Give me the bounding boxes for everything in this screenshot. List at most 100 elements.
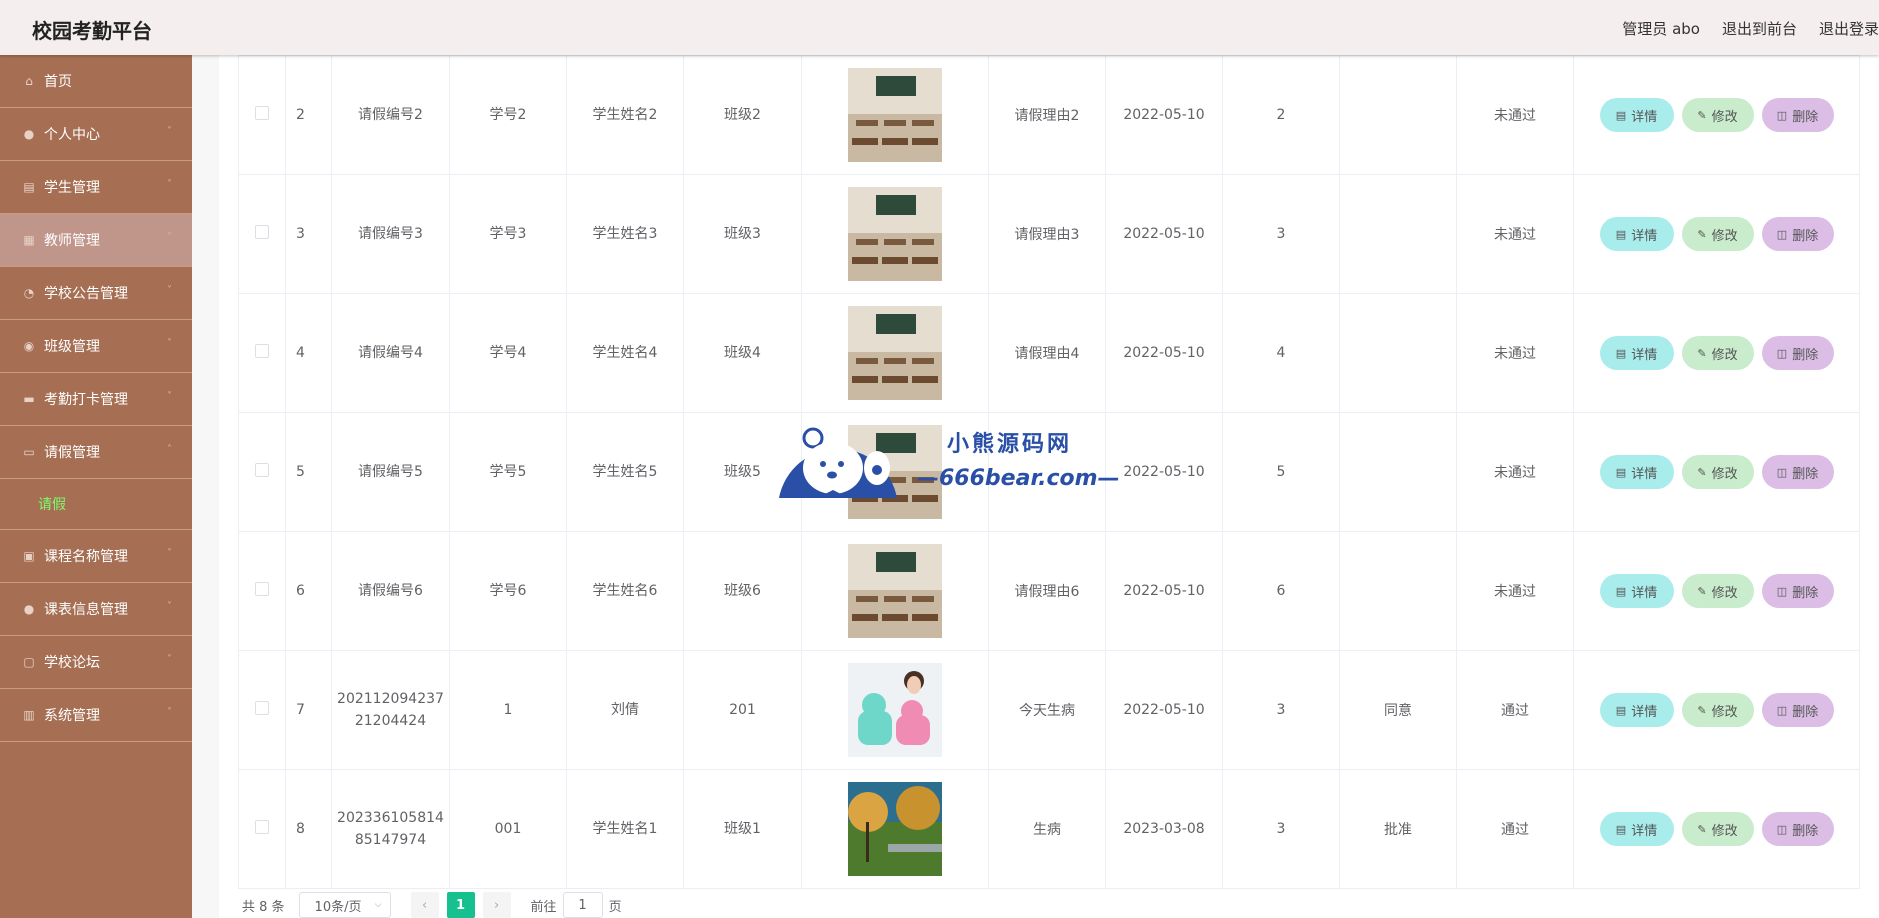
sidebar-item[interactable]: ⌂ 首页: [0, 55, 192, 108]
row-checkbox[interactable]: [255, 463, 269, 477]
leave-no-cell: 请假编号6: [331, 531, 450, 651]
chevron-down-icon: ˅: [167, 338, 172, 349]
detail-button[interactable]: ▤ 详情: [1599, 336, 1674, 370]
classroom-photo: [848, 68, 942, 162]
sidebar-item[interactable]: ▣ 课程名称管理 ˅: [0, 530, 192, 583]
detail-button[interactable]: ▤ 详情: [1599, 217, 1674, 251]
edit-button[interactable]: ✎ 修改: [1681, 812, 1754, 846]
sidebar-item[interactable]: ▭ 请假管理 ˄: [0, 426, 192, 479]
reply-cell: [1339, 531, 1457, 651]
image-cell: [801, 55, 989, 175]
reply-cell: [1339, 293, 1457, 413]
prev-page-button[interactable]: ‹: [410, 892, 439, 918]
document-icon: ▤: [1615, 584, 1627, 598]
edit-button[interactable]: ✎ 修改: [1681, 98, 1754, 132]
class-cell: 班级2: [683, 55, 802, 175]
checkbox-icon: ▣: [23, 549, 35, 563]
sidebar-item[interactable]: ▦ 教师管理 ˅: [0, 214, 192, 267]
row-checkbox[interactable]: [255, 344, 269, 358]
goto-page-input[interactable]: 1: [562, 892, 603, 918]
delete-label: 删除: [1792, 109, 1819, 125]
row-select-cell: [238, 531, 286, 651]
status-cell: 未通过: [1456, 293, 1574, 413]
class-cell: 班级3: [683, 174, 802, 294]
delete-label: 删除: [1792, 823, 1819, 839]
delete-button[interactable]: ◫ 删除: [1761, 217, 1834, 251]
class-cell: 班级1: [683, 769, 802, 889]
reply-cell: [1339, 174, 1457, 294]
next-page-button[interactable]: ›: [482, 892, 511, 918]
detail-label: 详情: [1631, 704, 1658, 720]
student-name-cell: 学生姓名2: [566, 55, 684, 175]
image-cell: [801, 293, 989, 413]
detail-button[interactable]: ▤ 详情: [1599, 98, 1674, 132]
detail-button[interactable]: ▤ 详情: [1599, 812, 1674, 846]
watermark-cn-text: 小熊源码网: [947, 431, 1073, 457]
sidebar-item-label: 学生管理: [44, 180, 100, 196]
reason-cell: 请假理由2: [988, 55, 1106, 175]
delete-button[interactable]: ◫ 删除: [1761, 455, 1834, 489]
edit-button[interactable]: ✎ 修改: [1681, 574, 1754, 608]
row-checkbox[interactable]: [255, 225, 269, 239]
delete-button[interactable]: ◫ 删除: [1761, 693, 1834, 727]
actions-cell: ▤ 详情 ✎ 修改 ◫ 删除: [1573, 174, 1860, 294]
trash-icon: ◫: [1776, 703, 1788, 717]
sidebar-item[interactable]: ● 个人中心 ˅: [0, 108, 192, 161]
status-cell: 未通过: [1456, 55, 1574, 175]
sidebar-item[interactable]: ◉ 班级管理 ˅: [0, 320, 192, 373]
sidebar-item[interactable]: ● 课表信息管理 ˅: [0, 583, 192, 636]
sidebar-subitem-leave[interactable]: 请假: [0, 479, 192, 530]
sidebar-item[interactable]: ◔ 学校公告管理 ˅: [0, 267, 192, 320]
sidebar-item[interactable]: ▬ 考勤打卡管理 ˅: [0, 373, 192, 426]
table-row: 8 202336105814 85147974 001 学生姓名1 班级1 生病 2023-…: [238, 769, 1860, 889]
student-id-cell: 学号6: [449, 531, 567, 651]
reason-cell: 请假理由3: [988, 174, 1106, 294]
detail-button[interactable]: ▤ 详情: [1599, 693, 1674, 727]
logout-link[interactable]: 退出登录: [1819, 18, 1879, 39]
detail-button[interactable]: ▤ 详情: [1599, 455, 1674, 489]
person-photo: [848, 663, 942, 757]
user-icon: ●: [23, 127, 35, 141]
document-icon: ▤: [1615, 346, 1627, 360]
row-checkbox[interactable]: [255, 820, 269, 834]
chevron-down-icon: ˅: [167, 126, 172, 137]
student-name-cell: 学生姓名6: [566, 531, 684, 651]
classroom-photo: [848, 306, 942, 400]
page-number-current[interactable]: 1: [446, 892, 475, 918]
edit-label: 修改: [1711, 585, 1738, 601]
student-name-cell: 学生姓名3: [566, 174, 684, 294]
sidebar-item[interactable]: ▢ 学校论坛 ˅: [0, 636, 192, 689]
total-count: 共 8 条: [242, 899, 285, 915]
days-cell: 3: [1222, 769, 1340, 889]
chevron-down-icon: ˅: [167, 654, 172, 665]
row-checkbox[interactable]: [255, 106, 269, 120]
ticket-icon: ▬: [23, 392, 35, 406]
edit-button[interactable]: ✎ 修改: [1681, 217, 1754, 251]
back-to-front-link[interactable]: 退出到前台: [1722, 18, 1797, 39]
row-checkbox[interactable]: [255, 701, 269, 715]
chat-icon: ▭: [23, 445, 35, 459]
trash-icon: ◫: [1776, 108, 1788, 122]
document-icon: ▤: [1615, 108, 1627, 122]
content-gutter: [192, 55, 219, 918]
date-cell: 2022-05-10: [1105, 412, 1223, 532]
edit-button[interactable]: ✎ 修改: [1681, 455, 1754, 489]
edit-button[interactable]: ✎ 修改: [1681, 693, 1754, 727]
detail-button[interactable]: ▤ 详情: [1599, 574, 1674, 608]
edit-button[interactable]: ✎ 修改: [1681, 336, 1754, 370]
delete-button[interactable]: ◫ 删除: [1761, 574, 1834, 608]
page-size-select[interactable]: 10条/页 ⌵: [298, 892, 391, 918]
delete-button[interactable]: ◫ 删除: [1761, 336, 1834, 370]
student-name-cell: 学生姓名5: [566, 412, 684, 532]
delete-button[interactable]: ◫ 删除: [1761, 98, 1834, 132]
row-checkbox[interactable]: [255, 582, 269, 596]
sidebar-item[interactable]: ▤ 学生管理 ˅: [0, 161, 192, 214]
sidebar-item[interactable]: ▥ 系统管理 ˅: [0, 689, 192, 742]
index-cell: 5: [285, 412, 332, 532]
sidebar-item-label: 课程名称管理: [44, 549, 128, 565]
watermark: 小熊源码网 —666bear.com—: [773, 420, 1120, 502]
pencil-icon: ✎: [1697, 465, 1707, 479]
user-icon: ●: [23, 602, 35, 616]
delete-button[interactable]: ◫ 删除: [1761, 812, 1834, 846]
document-icon: ▤: [1615, 465, 1627, 479]
